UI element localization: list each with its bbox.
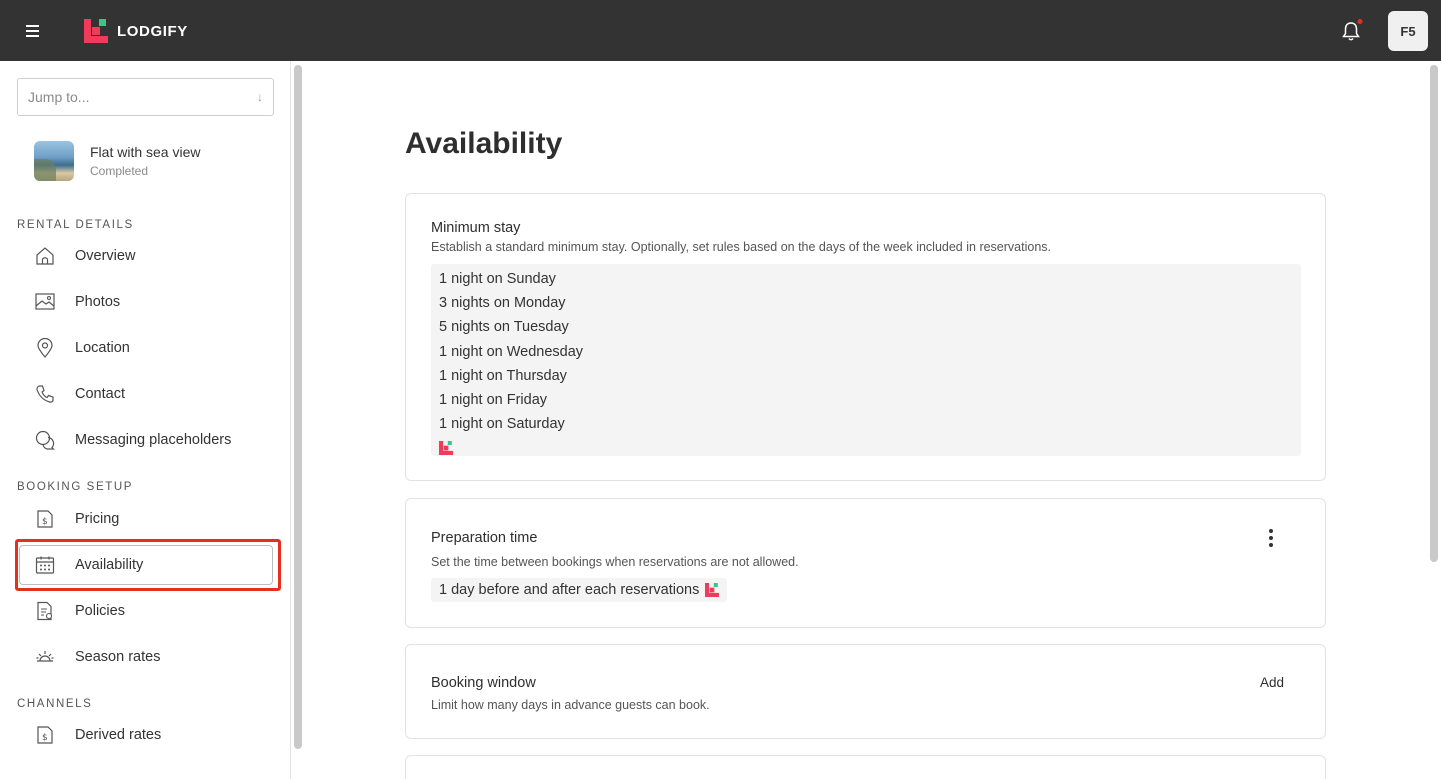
- sidebar-item-season-rates[interactable]: Season rates: [34, 642, 160, 672]
- list-item: 1 night on Wednesday: [439, 343, 584, 360]
- hamburger-menu-icon[interactable]: [22, 22, 44, 40]
- jump-to-placeholder: Jump to...: [28, 89, 90, 105]
- price-tag-icon: $: [37, 510, 53, 528]
- preparation-time-description: Set the time between bookings when reser…: [431, 555, 799, 569]
- preparation-time-value-text: 1 day before and after each reservations: [439, 582, 700, 598]
- home-icon: [36, 247, 54, 265]
- sidebar-item-label: Pricing: [75, 511, 120, 527]
- price-tag-icon: $: [37, 726, 53, 744]
- document-icon: [37, 601, 53, 621]
- sidebar-scrollbar-thumb[interactable]: [294, 65, 302, 749]
- sidebar-item-availability[interactable]: Availability: [19, 545, 273, 585]
- calendar-icon: [35, 556, 55, 574]
- property-thumbnail: [34, 141, 74, 181]
- logo-text: LODGIFY: [117, 22, 188, 40]
- preparation-time-card[interactable]: Preparation time Set the time between bo…: [405, 498, 1326, 628]
- sidebar-item-pricing[interactable]: $ Pricing: [34, 504, 119, 534]
- jump-to-select[interactable]: Jump to... ↓: [17, 78, 274, 116]
- booking-window-title: Booking window: [431, 675, 536, 691]
- sidebar-item-messaging-placeholders[interactable]: Messaging placeholders: [34, 425, 231, 455]
- preparation-time-title: Preparation time: [431, 530, 538, 546]
- lodgify-mini-logo-icon: [439, 441, 453, 456]
- main-scrollbar[interactable]: [1428, 65, 1440, 779]
- section-label-channels: CHANNELS: [17, 698, 93, 710]
- list-item: 1 night on Friday: [439, 391, 548, 408]
- sidebar-item-photos[interactable]: Photos: [34, 287, 120, 317]
- section-label-booking-setup: BOOKING SETUP: [17, 481, 134, 493]
- lodgify-logo-icon: [84, 19, 108, 43]
- sidebar-item-label: Availability: [75, 557, 144, 573]
- sidebar-item-contact[interactable]: Contact: [34, 379, 125, 409]
- image-icon: [35, 293, 55, 310]
- top-bar: LODGIFY F5: [0, 0, 1441, 61]
- more-options-icon[interactable]: [1261, 527, 1281, 549]
- list-item: 3 nights on Monday: [439, 295, 566, 312]
- sidebar-item-label: Derived rates: [75, 727, 162, 743]
- phone-icon: [36, 385, 54, 403]
- page-title: Availability: [405, 127, 563, 160]
- chat-icon: [35, 430, 55, 450]
- preparation-time-value: 1 day before and after each reservations: [431, 578, 728, 602]
- sun-icon: [36, 651, 54, 662]
- sidebar-item-label: Overview: [75, 248, 136, 264]
- main-scrollbar-thumb[interactable]: [1430, 65, 1438, 562]
- svg-text:$: $: [42, 733, 48, 743]
- booking-window-card[interactable]: Booking window Add Limit how many days i…: [405, 644, 1326, 739]
- sidebar-scrollbar[interactable]: [292, 65, 304, 779]
- minimum-stay-rules: 1 night on Sunday 3 nights on Monday 5 n…: [431, 264, 1301, 456]
- user-avatar[interactable]: F5: [1388, 11, 1428, 51]
- list-item: 1 night on Thursday: [439, 367, 567, 384]
- sidebar: Jump to... ↓ Flat with sea view Complete…: [0, 61, 291, 779]
- list-item: 1 night on Sunday: [439, 271, 556, 287]
- booking-window-add-button[interactable]: Add: [1260, 675, 1284, 690]
- arrow-down-icon: ↓: [257, 90, 263, 104]
- pin-icon: [37, 337, 53, 358]
- property-status: Completed: [90, 164, 149, 178]
- list-item-logo: [439, 436, 1293, 460]
- booking-window-description: Limit how many days in advance guests ca…: [431, 698, 710, 712]
- next-card[interactable]: [405, 755, 1326, 779]
- minimum-stay-card[interactable]: Minimum stay Establish a standard minimu…: [405, 193, 1326, 481]
- list-item: 5 nights on Tuesday: [439, 319, 569, 336]
- sidebar-item-label: Messaging placeholders: [75, 432, 232, 448]
- sidebar-item-label: Policies: [75, 603, 125, 619]
- sidebar-item-overview[interactable]: Overview: [34, 241, 135, 271]
- sidebar-item-label: Location: [75, 340, 130, 356]
- sidebar-item-label: Contact: [75, 386, 125, 402]
- notifications-bell-icon[interactable]: [1338, 18, 1364, 44]
- lodgify-mini-logo-icon: [705, 583, 720, 597]
- minimum-stay-description: Establish a standard minimum stay. Optio…: [431, 240, 1051, 254]
- sidebar-item-label: Photos: [75, 294, 121, 310]
- svg-text:$: $: [42, 517, 48, 527]
- section-label-rental-details: RENTAL DETAILS: [17, 219, 134, 231]
- main-content: Availability Minimum stay Establish a st…: [305, 61, 1425, 779]
- list-item: 1 night on Saturday: [439, 416, 565, 433]
- sidebar-item-location[interactable]: Location: [34, 333, 130, 363]
- sidebar-item-label: Season rates: [75, 649, 161, 665]
- sidebar-item-policies[interactable]: Policies: [34, 596, 125, 626]
- minimum-stay-title: Minimum stay: [431, 220, 521, 236]
- notification-dot: [1357, 19, 1363, 24]
- property-summary[interactable]: Flat with sea view Completed: [34, 141, 200, 181]
- sidebar-item-derived-rates[interactable]: $ Derived rates: [34, 720, 161, 750]
- property-name: Flat with sea view: [90, 144, 201, 160]
- lodgify-logo[interactable]: LODGIFY: [84, 19, 188, 43]
